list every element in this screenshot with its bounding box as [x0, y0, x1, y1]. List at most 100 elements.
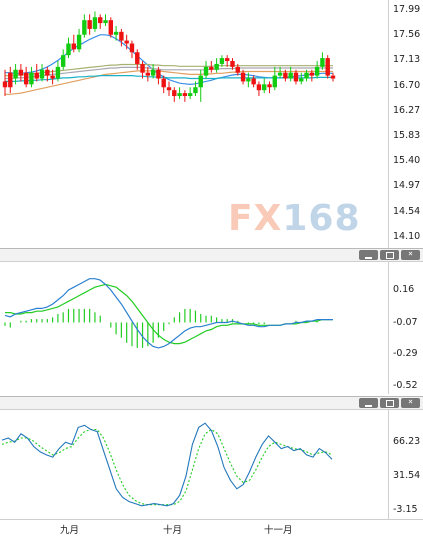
macd-tick-label: -0.52: [393, 380, 418, 391]
close-icon: ×: [408, 249, 413, 258]
x-tick-october: 十月: [163, 525, 183, 536]
candle-body: [55, 66, 61, 79]
candle-body: [314, 66, 320, 76]
candle-body: [209, 66, 214, 70]
candle-body: [103, 20, 108, 24]
time-axis: 九月 十月 十一月: [0, 519, 423, 536]
candle-body: [240, 72, 246, 82]
candle-body: [230, 61, 235, 67]
candle-body: [304, 72, 309, 79]
kd-y-axis: 66.23 31.54 -3.15: [388, 410, 423, 519]
candle-body: [76, 34, 82, 50]
watermark-part2: 168: [282, 198, 361, 239]
candle-body: [39, 69, 45, 79]
candle-body: [246, 78, 251, 82]
macd-dif-line: [4, 278, 333, 349]
watermark-part1: FX: [228, 198, 283, 239]
candle-body: [293, 72, 299, 82]
price-tick-label: 14.54: [393, 206, 421, 217]
candle-body: [124, 40, 129, 44]
candle-body: [150, 69, 156, 76]
price-panel: 17.99 17.56 17.13 16.70 16.27 15.83 15.4…: [0, 0, 423, 248]
candle-body: [203, 66, 209, 76]
candle-body: [309, 72, 315, 76]
macd-tick-label: 0.16: [393, 284, 415, 295]
candle-body: [145, 72, 151, 76]
macd-chart[interactable]: [0, 262, 387, 394]
candle-body: [71, 43, 76, 50]
price-tick-label: 15.40: [393, 155, 421, 166]
candle-body: [2, 81, 8, 88]
panel-window-controls: ×: [359, 397, 420, 408]
candle-body: [166, 87, 172, 91]
candle-body: [34, 72, 39, 79]
candle-body: [283, 72, 288, 79]
candle-body: [251, 78, 256, 85]
macd-tick-label: -0.29: [393, 348, 418, 359]
candle-body: [299, 78, 304, 82]
candle-body: [119, 31, 124, 41]
kd-chart[interactable]: [0, 410, 387, 519]
candle-body: [193, 87, 198, 94]
candle-body: [60, 55, 66, 67]
candle-body: [92, 17, 98, 29]
close-panel-button[interactable]: ×: [401, 397, 420, 408]
candle-body: [29, 72, 34, 85]
candle-body: [66, 43, 71, 56]
macd-tick-label: -0.07: [393, 317, 418, 328]
close-panel-button[interactable]: ×: [401, 249, 420, 260]
price-tick-label: 17.56: [393, 29, 421, 40]
minimize-icon: [365, 257, 372, 259]
kd-panel: 66.23 31.54 -3.15: [0, 410, 423, 519]
minimize-panel-button[interactable]: [359, 398, 378, 408]
kd-d-line: [1, 428, 333, 506]
candle-body: [45, 69, 50, 76]
minimize-icon: [365, 405, 372, 407]
candle-body: [256, 84, 262, 91]
candle-body: [98, 17, 103, 24]
kd-k-line: [1, 422, 333, 507]
candle-body: [198, 75, 203, 88]
x-tick-september: 九月: [60, 525, 80, 536]
macd-y-axis: 0.16 -0.07 -0.29 -0.52: [388, 262, 423, 394]
restore-icon: [386, 252, 394, 259]
kd-tick-label: -3.15: [393, 504, 418, 515]
candle-body: [320, 58, 325, 67]
price-y-axis: 17.99 17.56 17.13 16.70 16.27 15.83 15.4…: [388, 0, 423, 248]
candle-body: [140, 63, 145, 73]
candle-body: [219, 58, 225, 64]
candle-body: [87, 20, 92, 29]
restore-panel-button[interactable]: [380, 398, 399, 408]
candle-body: [277, 72, 283, 76]
candle-body: [129, 43, 135, 53]
price-tick-label: 17.13: [393, 54, 421, 65]
price-tick-label: 14.10: [393, 231, 421, 242]
macd-dea-line: [5, 283, 333, 345]
kd-tick-label: 66.23: [393, 436, 421, 447]
candle-body: [262, 84, 267, 91]
candle-body: [272, 75, 278, 88]
candle-body: [156, 69, 161, 79]
candle-body: [177, 93, 182, 97]
restore-icon: [386, 400, 394, 407]
price-tick-label: 16.70: [393, 80, 421, 91]
price-tick-label: 17.99: [393, 4, 421, 15]
candle-body: [23, 72, 29, 85]
minimize-panel-button[interactable]: [359, 250, 378, 260]
kd-tick-label: 31.54: [393, 470, 421, 481]
restore-panel-button[interactable]: [380, 250, 399, 260]
candle-body: [172, 90, 177, 97]
panel-divider-kd[interactable]: ×: [0, 396, 423, 410]
candle-body: [214, 63, 219, 70]
candle-body: [182, 93, 188, 97]
candle-body: [325, 58, 330, 76]
candle-body: [108, 20, 114, 35]
candle-body: [187, 93, 193, 97]
candle-body: [330, 75, 336, 79]
x-tick-november: 十一月: [264, 525, 293, 536]
panel-divider-macd[interactable]: ×: [0, 248, 423, 262]
price-tick-label: 15.83: [393, 130, 421, 141]
candle-body: [113, 31, 119, 35]
candle-body: [267, 84, 272, 88]
panel-window-controls: ×: [359, 249, 420, 260]
